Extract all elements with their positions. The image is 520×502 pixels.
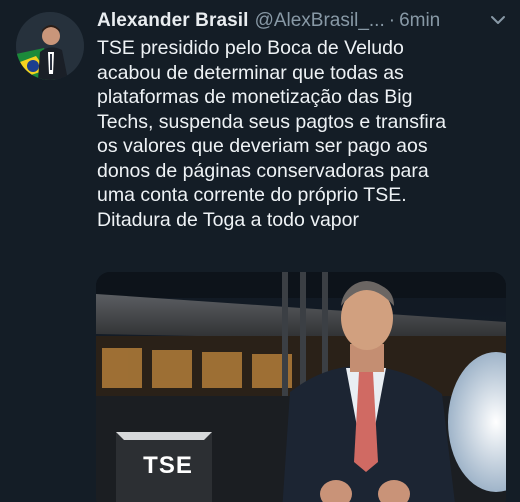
tweet-text-line: os valores que deveriam ser pago aos bbox=[97, 135, 428, 157]
tweet-text-line: donos de páginas conservadoras para bbox=[97, 159, 429, 182]
author-name[interactable]: Alexander Brasil bbox=[97, 10, 249, 32]
tweet-text-line: plataformas de monetização das Big bbox=[97, 86, 413, 108]
separator-dot: · bbox=[388, 10, 396, 31]
tse-sign: TSE bbox=[143, 452, 193, 479]
tweet-text: TSE presidido pelo Boca de Veludo acabou… bbox=[97, 36, 507, 232]
tweet-text-line: acabou de determinar que todas as bbox=[97, 61, 404, 84]
avatar-image bbox=[16, 12, 84, 80]
tweet-media-video[interactable]: TSE bbox=[96, 272, 506, 502]
chevron-down-icon[interactable] bbox=[489, 13, 507, 27]
tweet-card[interactable]: Alexander Brasil @AlexBrasil_... · 6min … bbox=[0, 0, 520, 502]
author-handle[interactable]: @AlexBrasil_... bbox=[255, 10, 385, 32]
timestamp[interactable]: 6min bbox=[399, 10, 440, 32]
tweet-text-line: Ditadura de Toga a todo vapor bbox=[97, 208, 359, 231]
tweet-text-line: TSE presidido pelo Boca de Veludo bbox=[97, 37, 404, 59]
tweet-text-line: uma conta corrente do próprio TSE. bbox=[97, 184, 407, 206]
tweet-text-line: Techs, suspenda seus pagtos e transfira bbox=[97, 110, 447, 133]
tweet-header: Alexander Brasil @AlexBrasil_... · 6min bbox=[97, 9, 507, 33]
avatar[interactable] bbox=[16, 12, 84, 80]
